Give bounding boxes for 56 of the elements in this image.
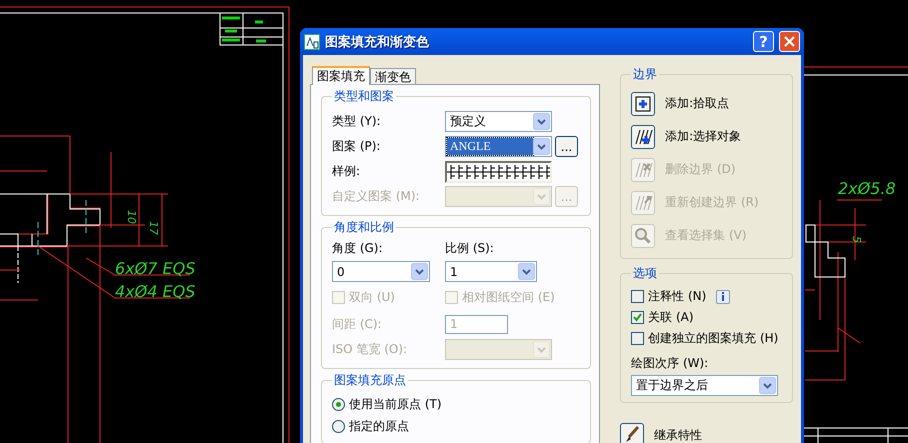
dimension-label: 17 xyxy=(147,221,160,235)
close-icon[interactable] xyxy=(784,36,795,47)
group-title: 边界 xyxy=(632,66,658,83)
field-label: 角度 (G): xyxy=(332,240,384,257)
dropdown[interactable]: ANGLE xyxy=(445,136,552,157)
tab[interactable]: 渐变色 xyxy=(370,68,416,84)
hatch-plus-icon[interactable] xyxy=(631,92,656,116)
group-title: 选项 xyxy=(632,265,658,282)
dimension-label: 10 xyxy=(125,210,138,224)
close-button[interactable] xyxy=(779,31,800,52)
dropdown[interactable]: 1 xyxy=(445,261,537,282)
field-label: 图案 (P): xyxy=(332,138,382,155)
radio-label: 使用当前原点 (T) xyxy=(349,396,442,412)
field-label: 类型 (Y): xyxy=(332,113,382,130)
group-title: 类型和图案 xyxy=(333,88,395,105)
dropdown[interactable]: 预定义 xyxy=(445,111,552,132)
group-title: 图案填充原点 xyxy=(333,372,407,389)
group-title: 角度和比例 xyxy=(333,219,395,236)
checkbox-label: 注释性 (N) xyxy=(648,288,706,305)
radio-button[interactable] xyxy=(332,420,345,432)
leader-note: 2xØ5.8 xyxy=(838,179,896,198)
checkbox[interactable] xyxy=(631,290,644,303)
hatch-pattern-preview[interactable] xyxy=(445,160,552,182)
browse-button[interactable]: ... xyxy=(555,136,578,157)
checkbox[interactable] xyxy=(631,311,644,324)
checkbox-label: 关联 (A) xyxy=(648,309,694,326)
checkbox-label: 双向 (U) xyxy=(349,288,395,306)
tab[interactable]: 图案填充 xyxy=(312,66,370,85)
field-label: 间距 (C): xyxy=(332,316,383,333)
field-label: 绘图次序 (W): xyxy=(631,355,710,372)
button-label: 查看选择集 (V) xyxy=(665,227,747,244)
field-label: ISO 笔宽 (O): xyxy=(332,341,408,358)
info-icon[interactable] xyxy=(716,290,730,304)
checkbox[interactable] xyxy=(631,332,644,345)
app-icon xyxy=(304,34,320,50)
field-label: 样例: xyxy=(332,163,362,180)
checkbox-label: 创建独立的图案填充 (H) xyxy=(648,330,778,347)
checkbox-label: 相对图纸空间 (E) xyxy=(462,288,555,306)
radio-button[interactable] xyxy=(332,398,345,410)
help-button[interactable]: ? xyxy=(753,31,774,52)
window-title: 图案填充和渐变色 xyxy=(325,34,430,50)
brush-icon[interactable] xyxy=(620,423,644,443)
button-label: 添加:选择对象 xyxy=(665,128,742,145)
dropdown[interactable]: 0 xyxy=(332,261,430,282)
button-label: 删除边界 (D) xyxy=(665,161,736,178)
dimension-label: 5 xyxy=(850,236,863,243)
radio-label: 指定的原点 xyxy=(349,418,409,434)
dropdown[interactable]: 置于边界之后 xyxy=(631,375,778,396)
field-label: 自定义图案 (M): xyxy=(332,188,421,205)
button-label: 继承特性 xyxy=(654,426,702,443)
field-label: 比例 (S): xyxy=(445,240,495,257)
leader-note: 6xØ7 EQS xyxy=(115,259,196,278)
hatch-plus-icon[interactable] xyxy=(631,124,656,148)
button-label: 添加:拾取点 xyxy=(665,95,730,112)
button-label: 重新创建边界 (R) xyxy=(665,194,759,211)
leader-note: 4xØ4 EQS xyxy=(115,282,196,301)
